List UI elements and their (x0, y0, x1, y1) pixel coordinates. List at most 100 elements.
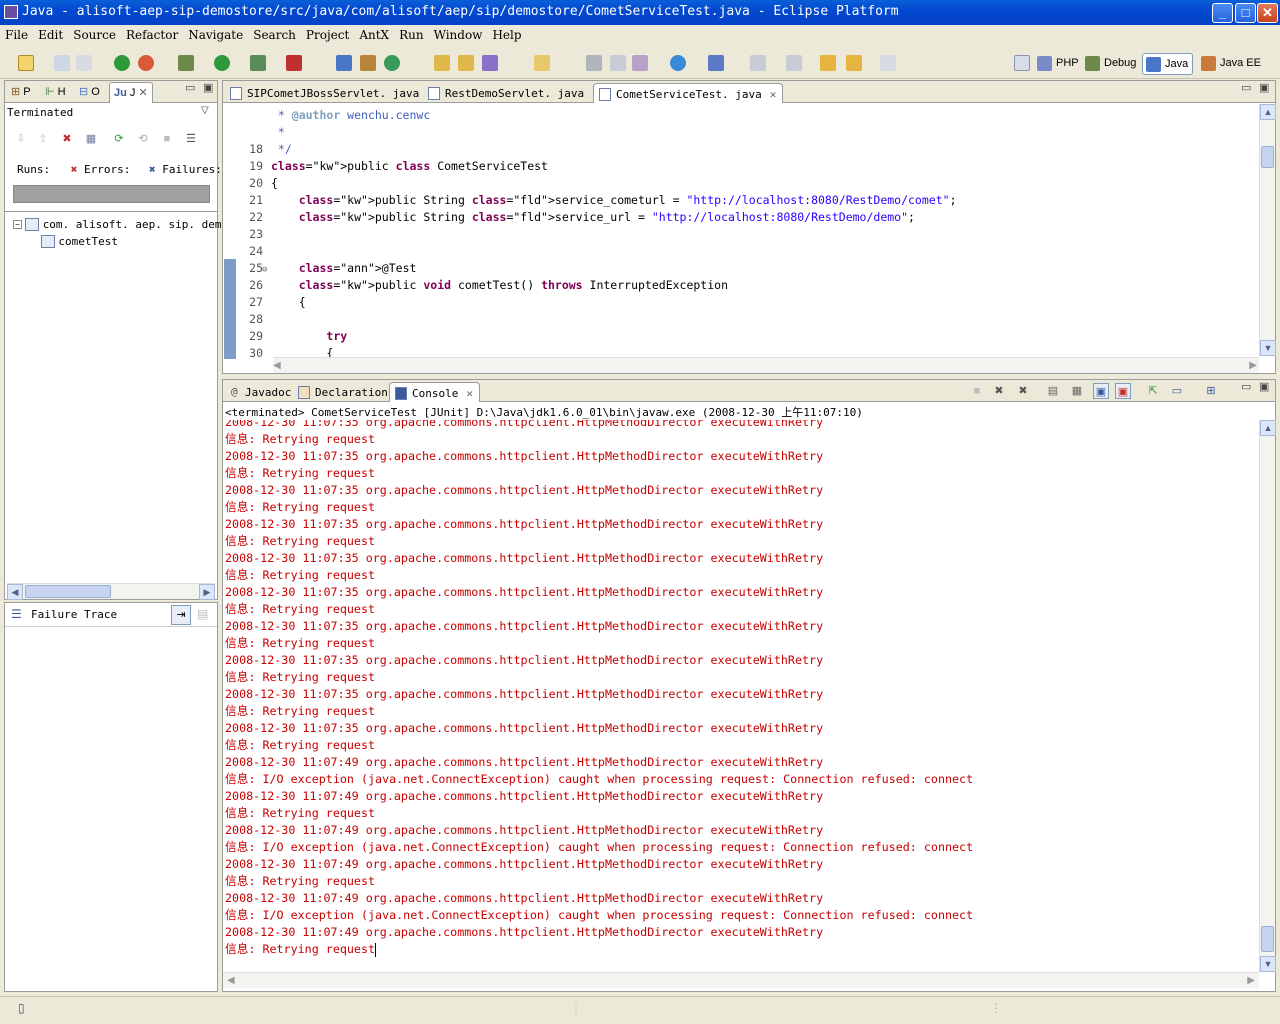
minimize-view-icon[interactable]: ▭ (1241, 380, 1251, 393)
minimize-view-icon[interactable]: ▭ (185, 81, 195, 94)
title-bar[interactable]: Java - alisoft-aep-sip-demostore/src/jav… (0, 0, 1280, 25)
tab-hierarchy[interactable]: ⊩ H (45, 85, 66, 98)
show-on-stdout-icon[interactable]: ▣ (1093, 383, 1109, 399)
tab-javadoc[interactable]: @ Javadoc (225, 382, 297, 402)
close-button[interactable]: ✕ (1257, 3, 1278, 23)
debug-icon[interactable] (178, 55, 194, 71)
tab-sipcometjbossservlet[interactable]: SIPCometJBossServlet. java (225, 83, 425, 103)
tab-package-explorer[interactable]: ⊞ P (11, 85, 31, 98)
scroll-down-icon[interactable]: ▼ (1260, 340, 1276, 356)
maximize-view-icon[interactable]: ▣ (1259, 380, 1269, 393)
history-icon[interactable]: ☰ (183, 131, 199, 147)
editor-vscroll[interactable]: ▲ ▼ (1259, 104, 1276, 356)
compare-icon[interactable]: ▤ (197, 607, 208, 621)
menu-antx[interactable]: AntX (354, 25, 394, 45)
open-type-icon[interactable] (434, 55, 450, 71)
close-icon[interactable]: ✕ (770, 88, 777, 101)
task-icon[interactable] (534, 55, 550, 71)
show-failures-only-icon[interactable]: ✖ (59, 131, 75, 147)
pin-console-icon[interactable]: ⇱ (1145, 383, 1161, 399)
open-folder-icon[interactable] (458, 55, 474, 71)
last-edit-icon[interactable] (820, 55, 836, 71)
run-icon[interactable] (214, 55, 230, 71)
open-console-icon[interactable]: ⊞ (1203, 383, 1219, 399)
menu-source[interactable]: Source (68, 25, 121, 45)
scroll-left-icon[interactable]: ◀ (273, 360, 281, 371)
maximize-button[interactable]: □ (1235, 3, 1256, 23)
rerun-failed-icon[interactable]: ⟲ (135, 131, 151, 147)
scroll-right-icon[interactable]: ▶ (199, 584, 215, 600)
close-icon[interactable]: ✕ (138, 87, 147, 99)
coverage-icon[interactable] (286, 55, 302, 71)
perspective-java-ee[interactable]: Java EE (1198, 53, 1265, 75)
editor-hscroll[interactable]: ◀ ▶ (273, 357, 1259, 373)
external-tools-icon[interactable] (250, 55, 266, 71)
scroll-up-icon[interactable]: ▲ (1260, 420, 1276, 436)
scroll-right-icon[interactable]: ▶ (1249, 360, 1257, 371)
pen-icon[interactable] (610, 55, 626, 71)
annotation-icon[interactable] (586, 55, 602, 71)
perspective-debug[interactable]: Debug (1082, 53, 1140, 75)
open-perspective-icon[interactable] (1014, 55, 1030, 71)
globe-icon[interactable] (670, 55, 686, 71)
scroll-lock-icon[interactable]: ▦ (1069, 383, 1085, 399)
maximize-editor-icon[interactable]: ▣ (1259, 81, 1269, 94)
perspective-java[interactable]: Java (1142, 53, 1194, 75)
scroll-left-icon[interactable]: ◀ (7, 584, 23, 600)
scroll-lock-icon[interactable]: ▦ (83, 131, 99, 147)
menu-run[interactable]: Run (394, 25, 429, 45)
remove-all-icon[interactable]: ✖ (1015, 383, 1031, 399)
server-icon[interactable] (708, 55, 724, 71)
scroll-thumb[interactable] (25, 585, 111, 598)
menu-help[interactable]: Help (487, 25, 526, 45)
prev-annotation-icon[interactable] (786, 55, 802, 71)
menu-navigate[interactable]: Navigate (183, 25, 248, 45)
display-console-icon[interactable]: ▭ (1169, 383, 1185, 399)
console-output[interactable]: 2008-12-30 11:07:35 org.apache.commons.h… (223, 420, 1259, 972)
console-hscroll[interactable]: ◀ ▶ (223, 972, 1259, 988)
minimize-editor-icon[interactable]: ▭ (1241, 81, 1251, 94)
menu-project[interactable]: Project (301, 25, 354, 45)
tab-console[interactable]: Console ✕ (389, 382, 480, 402)
menu-file[interactable]: File (0, 25, 33, 45)
filter-stack-icon[interactable]: ⇥ (171, 605, 191, 625)
scroll-down-icon[interactable]: ▼ (1260, 956, 1276, 972)
fold-icon[interactable]: ⊖ (262, 262, 267, 279)
print-icon[interactable] (76, 55, 92, 71)
maximize-view-icon[interactable]: ▣ (203, 81, 213, 94)
scroll-right-icon[interactable]: ▶ (1247, 975, 1255, 986)
scroll-thumb[interactable] (1261, 926, 1274, 952)
forward-icon[interactable] (880, 55, 896, 71)
menu-edit[interactable]: Edit (33, 25, 68, 45)
scroll-up-icon[interactable]: ▲ (1260, 104, 1276, 120)
terminate-icon[interactable]: ■ (969, 383, 985, 399)
back-icon[interactable] (846, 55, 862, 71)
next-annotation-icon[interactable] (750, 55, 766, 71)
menu-search[interactable]: Search (248, 25, 301, 45)
new-icon[interactable] (18, 55, 34, 71)
search-icon[interactable] (482, 55, 498, 71)
collapse-icon[interactable]: − (13, 220, 22, 230)
tab-junit[interactable]: Ju J ✕ (109, 82, 153, 103)
console-vscroll[interactable]: ▲ ▼ (1259, 420, 1276, 972)
clear-console-icon[interactable]: ▤ (1045, 383, 1061, 399)
menu-window[interactable]: Window (429, 25, 488, 45)
new-class-icon[interactable] (384, 55, 400, 71)
close-icon[interactable]: ✕ (466, 387, 473, 400)
tab-outline[interactable]: ⊟ O (79, 85, 100, 98)
minimize-button[interactable]: _ (1212, 3, 1233, 23)
scroll-left-icon[interactable]: ◀ (227, 975, 235, 986)
view-menu-icon[interactable]: ▽ (201, 105, 209, 116)
next-failure-icon[interactable]: ⇩ (13, 131, 29, 147)
new-package-icon[interactable] (360, 55, 376, 71)
prev-failure-icon[interactable]: ⇧ (35, 131, 51, 147)
save-icon[interactable] (54, 55, 70, 71)
show-on-stderr-icon[interactable]: ▣ (1115, 383, 1131, 399)
run-arrow-icon[interactable] (114, 55, 130, 71)
perspective-php[interactable]: PHP (1034, 53, 1083, 75)
left-hscroll[interactable]: ◀ ▶ (7, 583, 215, 600)
stop-run-icon[interactable]: ■ (159, 131, 175, 147)
code-editor[interactable]: 181920212223242526272829303132 ⊖ * @auth… (223, 107, 1253, 357)
tab-cometservicetest[interactable]: CometServiceTest. java ✕ (593, 83, 784, 103)
remove-launch-icon[interactable]: ✖ (991, 383, 1007, 399)
